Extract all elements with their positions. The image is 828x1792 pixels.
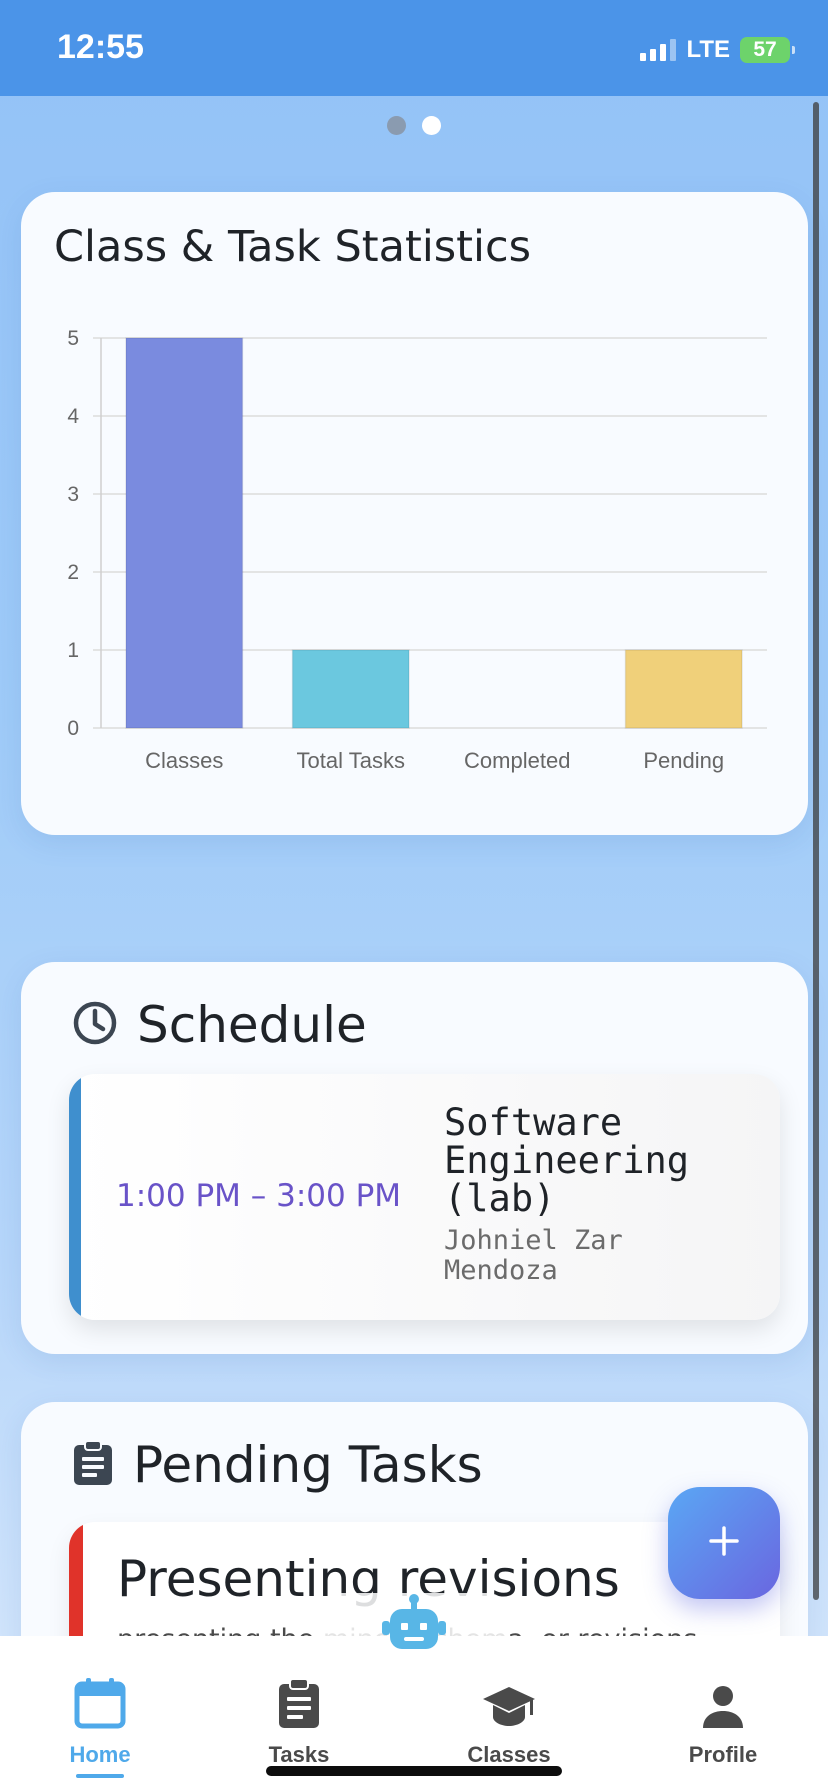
nav-item-profile[interactable]: Profile [653, 1668, 793, 1768]
nav-item-home[interactable]: Home [30, 1668, 170, 1778]
chart-x-tick-label: Pending [643, 748, 724, 773]
battery-level: 57 [753, 38, 777, 61]
schedule-item-accent [69, 1074, 81, 1320]
add-button[interactable] [668, 1487, 780, 1599]
status-bar: 12:55 LTE 57 [0, 0, 828, 96]
chart-x-tick-label: Total Tasks [297, 748, 405, 773]
chart-bar-pending [624, 649, 743, 729]
home-indicator [266, 1766, 562, 1776]
status-time: 12:55 [57, 28, 144, 66]
assistant-button[interactable] [318, 1593, 508, 1681]
chart-y-tick-label: 4 [67, 405, 79, 428]
chart-bar-classes [125, 337, 244, 729]
schedule-title: Schedule [137, 996, 367, 1054]
battery-icon: 57 [740, 37, 795, 63]
page-dot[interactable] [387, 116, 406, 135]
chart-x-tick-label: Completed [464, 748, 570, 773]
clipboard-icon [71, 1439, 115, 1491]
chart-y-tick-label: 0 [67, 717, 79, 740]
schedule-item-teacher: Johniel Zar Mendoza [444, 1225, 623, 1286]
schedule-card: Schedule 1:00 PM – 3:00 PM Software Engi… [21, 962, 808, 1354]
statistics-card: Class & Task Statistics 0 1 2 3 4 5 Classes Tot… [21, 192, 808, 835]
chart-y-tick-label: 5 [67, 327, 79, 350]
chart-bar-total-tasks [291, 649, 410, 729]
schedule-item-time: 1:00 PM – 3:00 PM [116, 1178, 402, 1214]
nav-item-classes[interactable]: Classes [439, 1668, 579, 1768]
chart-y-tick-label: 3 [67, 483, 79, 506]
nav-label-tasks: Tasks [268, 1742, 330, 1767]
nav-label-profile: Profile [688, 1742, 758, 1767]
cellular-signal-icon [640, 39, 677, 61]
statistics-bar-chart: 0 1 2 3 4 5 Classes Total Tasks Completed Pending [67, 327, 767, 773]
nav-item-tasks[interactable]: Tasks [229, 1668, 369, 1768]
pending-tasks-header: Pending Tasks [71, 1436, 483, 1494]
schedule-item[interactable]: 1:00 PM – 3:00 PM Software Engineering (… [69, 1074, 780, 1320]
calendar-icon [30, 1668, 170, 1730]
robot-icon [380, 1593, 448, 1657]
chart-y-tick-label: 1 [67, 639, 79, 662]
nav-label-classes: Classes [467, 1742, 551, 1767]
page-indicator[interactable] [0, 116, 828, 135]
person-icon [653, 1668, 793, 1730]
nav-active-indicator [76, 1774, 124, 1778]
page-dot-active[interactable] [422, 116, 441, 135]
nav-label-home: Home [69, 1742, 131, 1767]
pending-tasks-title: Pending Tasks [133, 1436, 483, 1494]
chart-x-tick-label: Classes [145, 748, 223, 773]
plus-icon [708, 1525, 740, 1561]
chart-y-tick-label: 2 [67, 561, 79, 584]
status-indicators: LTE 57 [640, 36, 795, 64]
schedule-header: Schedule [71, 996, 367, 1054]
clock-icon [71, 999, 119, 1051]
schedule-item-course: Software Engineering (lab) [444, 1101, 690, 1220]
network-type: LTE [686, 36, 730, 63]
scrollbar[interactable] [813, 102, 819, 1600]
